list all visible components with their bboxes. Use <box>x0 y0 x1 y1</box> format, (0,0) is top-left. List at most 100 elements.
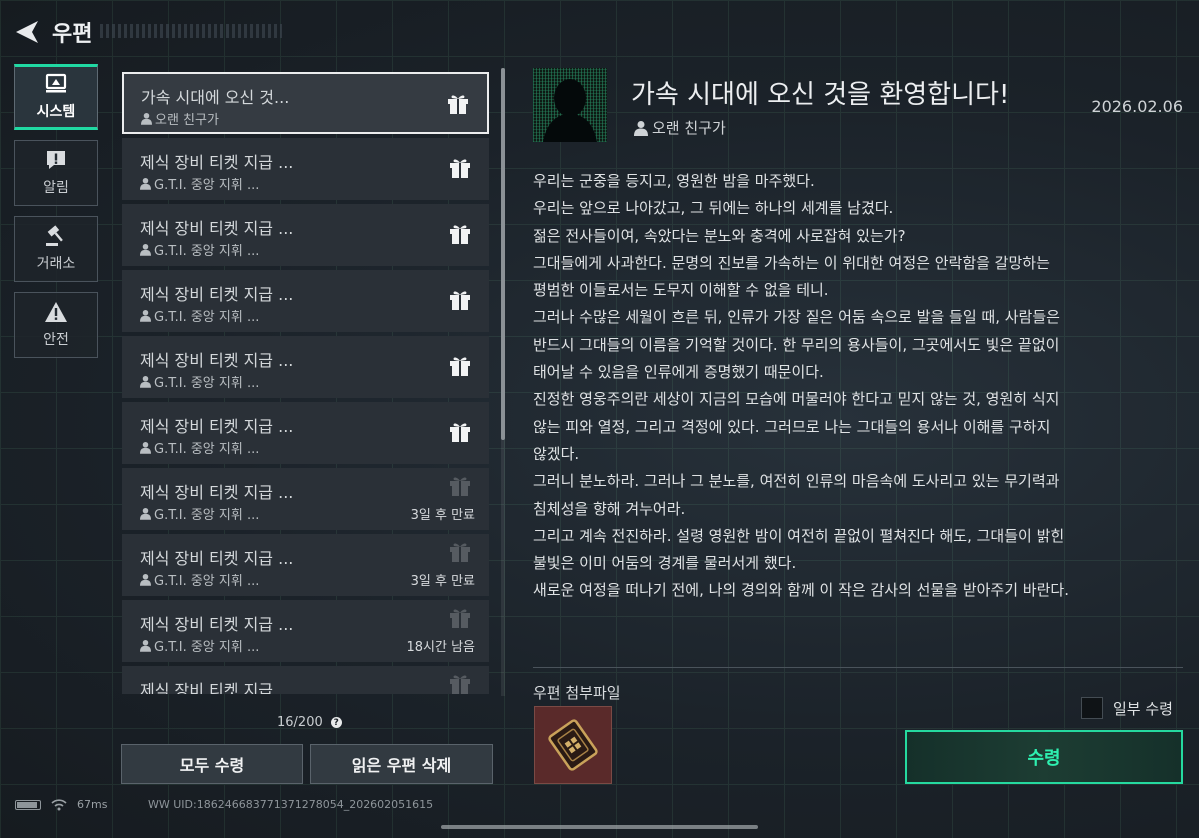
attachment-item[interactable] <box>534 706 612 784</box>
partial-receive-toggle[interactable]: 일부 수령 <box>1081 697 1173 719</box>
mail-sender: G.T.I. 중앙 지휘 ... <box>140 306 259 325</box>
mail-subject: 제식 장비 티켓 지급 <box>140 681 274 694</box>
person-icon <box>140 442 151 454</box>
mail-list-item[interactable]: 제식 장비 티켓 지급 <box>122 666 489 694</box>
system-icon <box>45 73 67 93</box>
person-icon <box>140 310 151 322</box>
mail-body-line: 우리는 앞으로 나아갔고, 그 뒤에는 하나의 세계를 남겼다. <box>533 199 894 218</box>
mail-sender-name: G.T.I. 중앙 지휘 ... <box>154 178 260 193</box>
header: 우편 <box>10 12 92 52</box>
receive-all-button[interactable]: 모두 수령 <box>121 744 303 784</box>
mail-body-line: 태어날 수 있음을 인류에게 증명했기 때문이다. <box>533 363 824 382</box>
category-tabs: 시스템 알림 거래소 안전 <box>14 64 100 368</box>
mail-list[interactable]: 가속 시대에 오신 것... 오랜 친구가제식 장비 티켓 지급 ... G.T.I… <box>122 72 489 694</box>
expiry-label: 3일 후 만료 <box>410 508 475 523</box>
mail-sender-name: G.T.I. 중앙 지휘 ... <box>154 508 260 523</box>
gift-icon <box>449 158 471 182</box>
mail-body-line: 그러나 수많은 세월이 흐른 뒤, 인류가 가장 짙은 어둠 속으로 발을 들일… <box>533 308 1060 327</box>
delete-read-button[interactable]: 읽은 우편 삭제 <box>310 744 493 784</box>
back-button[interactable] <box>10 14 46 50</box>
partial-receive-checkbox[interactable] <box>1081 697 1103 719</box>
person-icon <box>140 574 151 586</box>
mail-subject: 제식 장비 티켓 지급 ... <box>140 285 294 304</box>
mail-subject: 제식 장비 티켓 지급 ... <box>140 549 294 568</box>
mail-list-item[interactable]: 제식 장비 티켓 지급 ... G.T.I. 중앙 지휘 ... <box>122 336 489 398</box>
tab-exchange[interactable]: 거래소 <box>14 216 98 282</box>
mail-body-line: 진정한 영웅주의란 세상이 지금의 모습에 머물러야 한다고 믿지 않는 것, … <box>533 390 1060 409</box>
mail-sender-name: G.T.I. 중앙 지휘 ... <box>154 244 260 259</box>
mail-subject: 제식 장비 티켓 지급 ... <box>140 615 294 634</box>
mail-sender: G.T.I. 중앙 지휘 ... <box>140 636 259 655</box>
notice-icon <box>47 151 65 169</box>
mail-list-scrollbar[interactable] <box>501 68 505 440</box>
mail-date: 2026.02.06 <box>1091 97 1183 116</box>
battery-icon <box>15 799 41 810</box>
title-decoration <box>100 24 282 38</box>
person-icon <box>140 640 151 652</box>
tab-safety[interactable]: 안전 <box>14 292 98 358</box>
mail-body-line: 새로운 여정을 떠나기 전에, 나의 경의와 함께 이 작은 감사의 선물을 받… <box>533 581 1069 600</box>
mail-count: 16/200 ? <box>277 715 342 730</box>
person-icon <box>140 376 151 388</box>
mail-subject: 제식 장비 티켓 지급 ... <box>140 351 294 370</box>
warning-icon <box>45 302 67 322</box>
mail-list-item[interactable]: 제식 장비 티켓 지급 ... G.T.I. 중앙 지휘 ... <box>122 204 489 266</box>
mail-subject: 제식 장비 티켓 지급 ... <box>140 417 294 436</box>
gift-icon <box>449 674 471 694</box>
mail-count-label: 16/200 <box>277 715 323 730</box>
mail-body-line: 않는 피와 열정, 그리고 격정에 있다. 그러므로 나는 그대들의 용서나 이… <box>533 417 1051 436</box>
gift-icon <box>449 542 471 566</box>
mail-list-item[interactable]: 가속 시대에 오신 것... 오랜 친구가 <box>122 72 489 134</box>
gift-icon <box>447 94 469 118</box>
person-icon <box>140 508 151 520</box>
mail-list-item[interactable]: 제식 장비 티켓 지급 ... G.T.I. 중앙 지휘 ... <box>122 402 489 464</box>
tab-label: 알림 <box>43 180 69 196</box>
mail-sender-name: G.T.I. 중앙 지휘 ... <box>154 310 260 325</box>
mail-subject: 제식 장비 티켓 지급 ... <box>140 483 294 502</box>
attachment-label: 우편 첨부파일 <box>533 684 621 702</box>
mail-sender-name: G.T.I. 중앙 지휘 ... <box>154 442 260 457</box>
tab-label: 거래소 <box>36 256 76 272</box>
mail-title: 가속 시대에 오신 것을 환영합니다! <box>631 80 1010 110</box>
person-icon <box>141 113 152 125</box>
sender-avatar <box>533 68 607 142</box>
tab-notice[interactable]: 알림 <box>14 140 98 206</box>
user-uid: WW UID:1862466837713712780​54_2026020516… <box>148 798 434 811</box>
mail-body-line: 그러니 분노하라. 그러나 그 분노를, 여전히 인류의 마음속에 도사리고 있… <box>533 472 1060 491</box>
mail-subject: 제식 장비 티켓 지급 ... <box>140 153 294 172</box>
wifi-icon <box>51 798 67 810</box>
mail-body-line: 그대들에게 사과한다. 문명의 진보를 가속하는 이 위대한 여정은 안락함을 … <box>533 253 1050 272</box>
receive-button[interactable]: 수령 <box>905 730 1183 784</box>
tab-system[interactable]: 시스템 <box>14 64 98 130</box>
silhouette-icon <box>543 79 597 142</box>
gavel-icon <box>46 225 63 246</box>
mail-body-line: 침체성을 향해 겨누어라. <box>533 499 686 518</box>
mail-list-item[interactable]: 제식 장비 티켓 지급 ... G.T.I. 중앙 지휘 ... <box>122 270 489 332</box>
ticket-card-icon <box>548 719 598 771</box>
partial-receive-label: 일부 수령 <box>1113 699 1173 718</box>
mail-list-item[interactable]: 제식 장비 티켓 지급 ... G.T.I. 중앙 지휘 ... 3일 후 만료 <box>122 534 489 596</box>
gift-icon <box>449 476 471 500</box>
help-icon[interactable]: ? <box>330 717 342 728</box>
mail-list-item[interactable]: 제식 장비 티켓 지급 ... G.T.I. 중앙 지휘 ... 3일 후 만료 <box>122 468 489 530</box>
mail-sender-name: G.T.I. 중앙 지휘 ... <box>154 376 260 391</box>
mail-body-line: 불빛은 이미 어둠의 경계를 물러서게 했다. <box>533 554 797 573</box>
back-arrow-icon <box>16 21 38 43</box>
tab-label: 안전 <box>43 332 69 348</box>
person-icon <box>634 120 648 136</box>
mail-sender-name: 오랜 친구가 <box>652 119 726 137</box>
home-indicator[interactable] <box>441 825 758 829</box>
latency-label: 67ms <box>77 798 108 811</box>
mail-list-item[interactable]: 제식 장비 티켓 지급 ... G.T.I. 중앙 지휘 ... <box>122 138 489 200</box>
mail-body-line: 그리고 계속 전진하라. 설령 영원한 밤이 여전히 끝없이 펼쳐진다 해도, … <box>533 526 1065 545</box>
mail-body-line: 우리는 군중을 등지고, 영원한 밤을 마주했다. <box>533 172 815 190</box>
mail-list-item[interactable]: 제식 장비 티켓 지급 ... G.T.I. 중앙 지휘 ... 18시간 남음 <box>122 600 489 662</box>
mail-sender-name: 오랜 친구가 <box>155 113 219 128</box>
mail-sender: 오랜 친구가 <box>634 117 726 138</box>
mail-sender: G.T.I. 중앙 지휘 ... <box>140 438 259 457</box>
mail-body-line: 반드시 그대들의 이름을 기억할 것이다. 한 무리의 용사들이, 그곳에서도 … <box>533 335 1060 354</box>
expiry-label: 3일 후 만료 <box>410 574 475 589</box>
mail-sender-name: G.T.I. 중앙 지휘 ... <box>154 574 260 589</box>
gift-icon <box>449 290 471 314</box>
mail-sender: G.T.I. 중앙 지휘 ... <box>140 570 259 589</box>
